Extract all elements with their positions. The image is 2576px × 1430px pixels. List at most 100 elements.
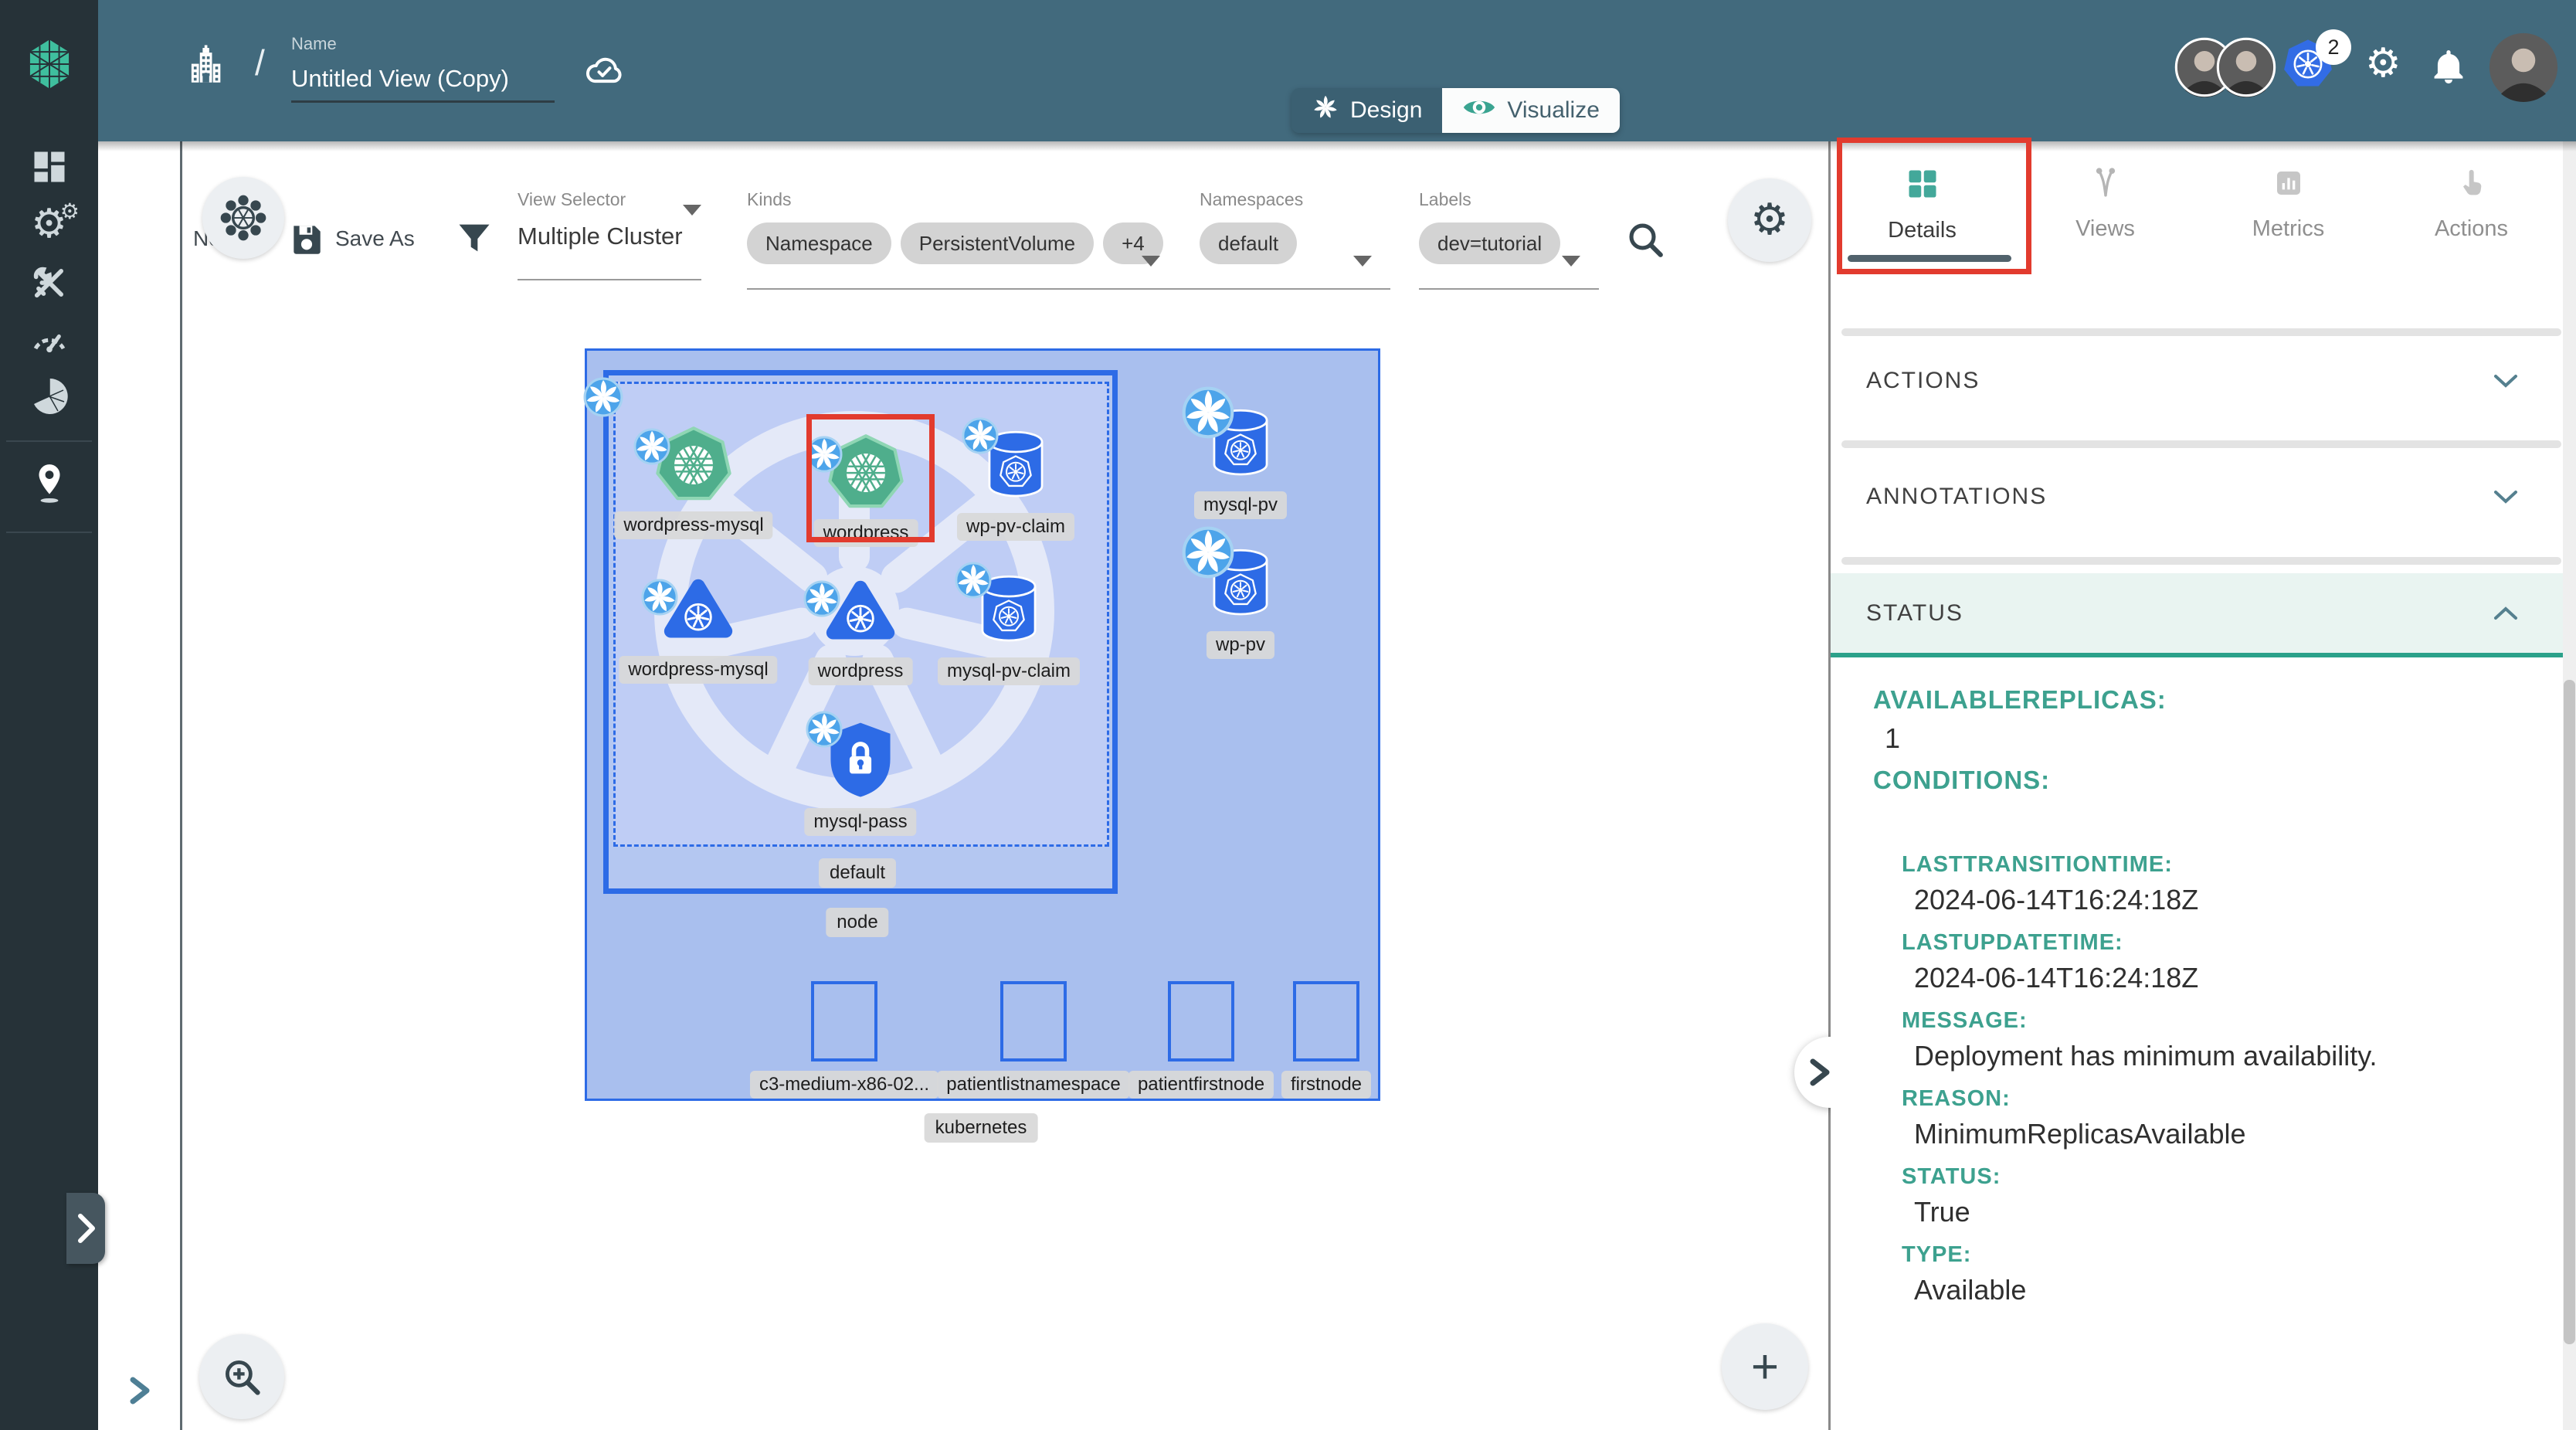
sidebar-divider (6, 440, 92, 442)
avatar[interactable] (2216, 37, 2276, 97)
tab-design[interactable]: Design (1291, 88, 1442, 133)
volume-icon (1205, 474, 1276, 487)
add-node-button[interactable]: + (1722, 1323, 1808, 1410)
filter-chip[interactable]: default (1200, 222, 1297, 264)
canvas-node-wordpress[interactable]: wordpress (823, 576, 898, 685)
canvas-node-c3-medium-x86-02-[interactable]: c3-medium-x86-02... (811, 981, 877, 1095)
collaborator-avatars[interactable] (2174, 37, 2276, 101)
scrollbar-thumb[interactable] (2564, 680, 2575, 1344)
kanvas-app: / Name Untitled View (Copy) Design Visua… (0, 0, 2576, 1430)
view-selector[interactable]: View Selector Multiple Cluster (518, 189, 701, 250)
placeholder-node-icon (811, 981, 877, 1061)
view-name-input[interactable]: Untitled View (Copy) (291, 65, 509, 93)
volume-icon (1205, 613, 1276, 627)
status-field-value: True (1914, 1196, 2563, 1228)
visualization-canvas[interactable]: New Save As View Selector Multiple Clust… (182, 141, 1828, 1430)
placeholder-node-icon (1293, 981, 1359, 1061)
namespaces-filter[interactable]: Namespaces default (1200, 189, 1390, 264)
filter-chip[interactable]: PersistentVolume (901, 222, 1094, 264)
node-label: patientfirstnode (1128, 1071, 1274, 1099)
accordion-status[interactable]: STATUS (1831, 573, 2563, 657)
view-name-underline (291, 100, 555, 103)
kinds-filter[interactable]: Kinds NamespacePersistentVolume+4 (747, 189, 1207, 264)
status-field-value: MinimumReplicasAvailable (1914, 1118, 2563, 1150)
labels-label: Labels (1419, 189, 1599, 210)
annotation-highlight-wordpress (806, 414, 935, 542)
chevron-down-icon[interactable] (1562, 256, 1580, 267)
meshery-swirl-badge (806, 711, 843, 752)
meshery-logo[interactable] (0, 39, 98, 90)
status-fields: AVAILABLEREPLICAS:1CONDITIONS:LASTTRANSI… (1831, 674, 2563, 1316)
status-field-value: 2024-06-14T16:24:18Z (1914, 884, 2563, 916)
canvas-node-patientlistnamespace[interactable]: patientlistnamespace (1000, 981, 1067, 1095)
canvas-node-mysql-pv[interactable]: mysql-pv (1205, 403, 1276, 518)
tab-visualize[interactable]: Visualize (1442, 88, 1620, 133)
namespaces-label: Namespaces (1200, 189, 1390, 210)
view-selector-value[interactable]: Multiple Cluster (518, 222, 701, 250)
deployment-icon (653, 494, 734, 507)
chevron-down-icon[interactable] (1353, 256, 1372, 267)
notifications-bell-icon[interactable] (2428, 46, 2469, 90)
labels-filter[interactable]: Labels dev=tutorial (1419, 189, 1599, 264)
sidebar-item-extensions[interactable] (0, 377, 98, 416)
eye-icon (1462, 97, 1496, 124)
sidebar-expand-handle[interactable] (66, 1193, 105, 1264)
canvas-node-wordpress-mysql[interactable]: wordpress-mysql (653, 423, 734, 539)
chevron-down-icon[interactable] (1142, 256, 1160, 267)
node-swirl-badge (583, 377, 623, 421)
sidebar-item-dashboard[interactable] (0, 147, 98, 187)
search-icon[interactable] (1624, 218, 1667, 265)
node-label: mysql-pv (1194, 491, 1287, 519)
canvas-node-wp-pv-claim[interactable]: wp-pv-claim (980, 425, 1051, 540)
zoom-in-button[interactable] (199, 1334, 284, 1419)
cluster-label: kubernetes (925, 1113, 1038, 1143)
placeholder-node-icon (1000, 981, 1067, 1061)
chevron-up-icon (2492, 605, 2520, 622)
context-count-badge: 2 (2316, 29, 2351, 65)
sidebar-divider (6, 532, 92, 533)
settings-gear-icon[interactable]: ⚙ (2365, 43, 2401, 83)
cluster-reposition-button[interactable] (202, 177, 284, 259)
user-avatar[interactable] (2489, 32, 2558, 106)
meshery-swirl-badge (1182, 526, 1234, 583)
node-label: mysql-pass (804, 808, 916, 836)
filter-chip[interactable]: dev=tutorial (1419, 222, 1560, 264)
meshery-swirl-badge (803, 580, 840, 621)
sidebar-item-designer-pin[interactable] (0, 462, 98, 504)
filter-funnel-icon[interactable] (454, 218, 494, 262)
accordion-annotations[interactable]: ANNOTATIONS (1831, 460, 2563, 534)
canvas-settings-button[interactable]: ⚙ (1728, 178, 1811, 262)
volume-icon (980, 495, 1051, 508)
chevron-down-icon[interactable] (683, 205, 701, 216)
filter-chip[interactable]: Namespace (747, 222, 891, 264)
secret-icon (824, 790, 897, 803)
canvas-node-mysql-pass[interactable]: mysql-pass (824, 718, 897, 835)
save-as-button[interactable]: Save As (335, 226, 415, 251)
canvas-node-mysql-pv-claim[interactable]: mysql-pv-claim (973, 569, 1044, 684)
annotations-section-label: ANNOTATIONS (1866, 484, 2047, 510)
meshery-swirl-badge (641, 579, 678, 620)
rail-expand-chevron[interactable] (122, 1374, 156, 1411)
canvas-node-firstnode[interactable]: firstnode (1293, 981, 1359, 1095)
status-field-key: AVAILABLEREPLICAS: (1873, 685, 2563, 715)
meshery-spinner-icon (1312, 93, 1339, 127)
organization-icon[interactable] (183, 43, 228, 92)
kinds-label: Kinds (747, 189, 1207, 210)
actions-tab-icon (2456, 168, 2487, 202)
panel-tab-metrics[interactable]: Metrics (2197, 141, 2380, 273)
panel-tab-actions[interactable]: Actions (2380, 141, 2563, 273)
node-label: patientlistnamespace (937, 1071, 1129, 1099)
accordion-actions[interactable]: ACTIONS (1831, 344, 2563, 418)
canvas-node-patientfirstnode[interactable]: patientfirstnode (1168, 981, 1234, 1095)
meshery-swirl-badge (955, 562, 992, 603)
sidebar-item-lifecycle[interactable]: ⚙⚙ (0, 204, 98, 244)
status-field-key: STATUS: (1902, 1164, 2563, 1190)
node-label: wordpress (809, 657, 913, 685)
sidebar-item-performance[interactable] (0, 320, 98, 362)
save-as-icon[interactable] (287, 219, 326, 262)
panel-tab-views[interactable]: Views (2014, 141, 2197, 273)
canvas-node-wordpress-mysql[interactable]: wordpress-mysql (661, 574, 735, 684)
sidebar-item-configuration[interactable] (0, 263, 98, 303)
chevron-down-icon (2492, 372, 2520, 389)
canvas-node-wp-pv[interactable]: wp-pv (1205, 543, 1276, 658)
